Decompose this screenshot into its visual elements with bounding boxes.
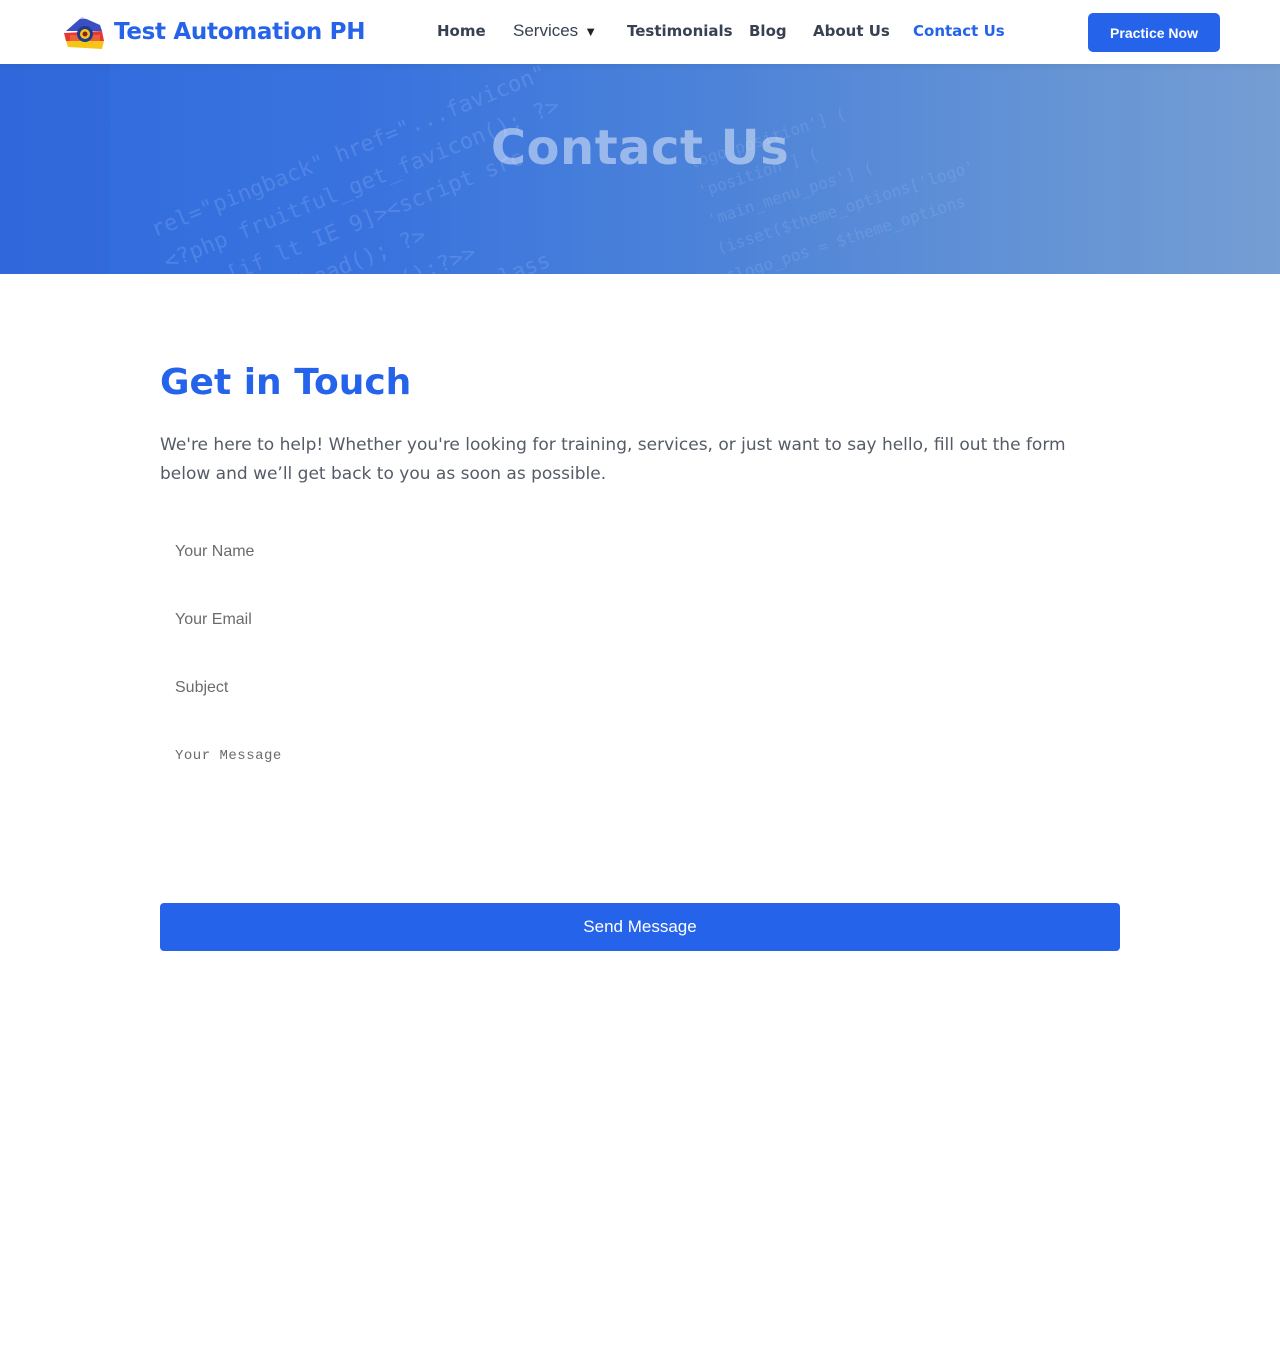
nav-about[interactable]: About Us xyxy=(813,22,890,40)
nav-contact[interactable]: Contact Us xyxy=(913,22,1005,40)
send-message-button[interactable]: Send Message xyxy=(160,903,1120,951)
nav-services[interactable]: Services ▼ xyxy=(513,21,597,41)
hero-banner: rel="pingback" href="...favicon" <?php f… xyxy=(0,64,1280,274)
page-title: Get in Touch xyxy=(160,362,412,403)
message-field[interactable] xyxy=(160,738,1120,878)
nav-services-label: Services xyxy=(513,21,579,40)
nav-testimonials[interactable]: Testimonials xyxy=(627,22,733,40)
intro-text: We're here to help! Whether you're looki… xyxy=(160,435,1066,484)
site-header: Test Automation PH Home Services ▼ Testim… xyxy=(0,0,1280,64)
subject-field[interactable] xyxy=(160,666,1120,710)
nav-home[interactable]: Home xyxy=(437,22,486,40)
hero-title: Contact Us xyxy=(490,120,790,176)
practice-now-button[interactable]: Practice Now xyxy=(1088,13,1220,52)
email-field[interactable] xyxy=(160,598,1120,642)
chevron-down-icon: ▼ xyxy=(584,24,598,39)
name-field[interactable] xyxy=(160,530,1120,574)
nav-blog[interactable]: Blog xyxy=(749,22,787,40)
